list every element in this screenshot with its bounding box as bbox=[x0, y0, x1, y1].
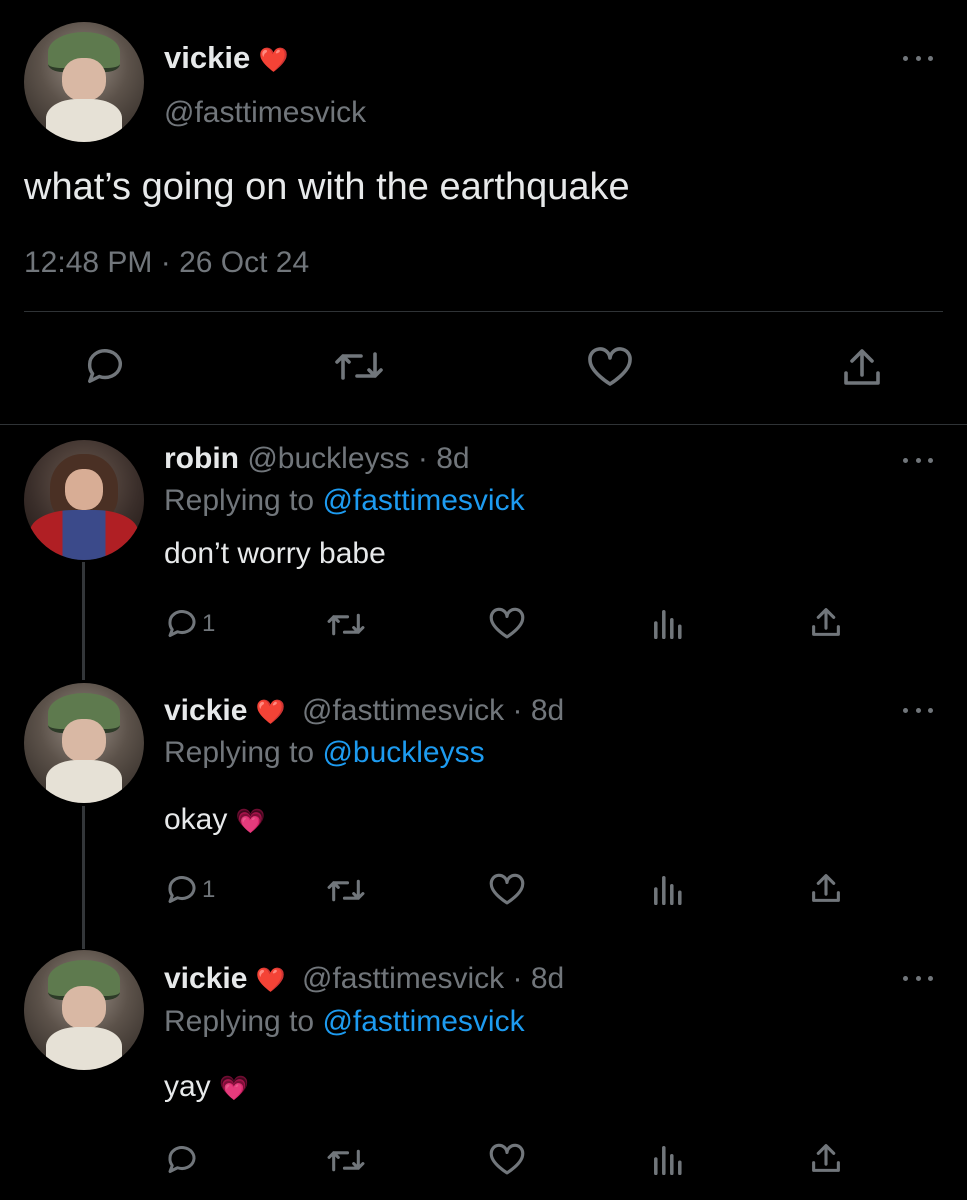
retweet-icon bbox=[327, 613, 365, 636]
views-icon bbox=[654, 876, 682, 905]
like-icon bbox=[489, 873, 525, 905]
tweet-text: what’s going on with the earthquake bbox=[24, 166, 630, 208]
heart-emoji: ❤️ bbox=[255, 967, 286, 994]
avatar[interactable] bbox=[24, 22, 144, 142]
display-name[interactable]: vickie ❤️ bbox=[164, 40, 289, 76]
reply-count: 1 bbox=[202, 609, 216, 637]
handle[interactable]: @fasttimesvick bbox=[164, 96, 366, 130]
views-icon bbox=[654, 610, 682, 639]
views-button[interactable] bbox=[651, 873, 683, 905]
mention-link[interactable]: @fasttimesvick bbox=[322, 1005, 524, 1038]
share-icon bbox=[812, 874, 840, 902]
share-button[interactable] bbox=[809, 605, 843, 639]
like-button[interactable] bbox=[488, 1143, 526, 1176]
share-button[interactable] bbox=[809, 1141, 843, 1175]
like-button[interactable] bbox=[586, 346, 634, 388]
share-icon bbox=[812, 1144, 840, 1172]
retweet-icon bbox=[327, 1149, 365, 1172]
views-button[interactable] bbox=[651, 1143, 683, 1175]
reply-icon bbox=[88, 349, 122, 383]
like-button[interactable] bbox=[488, 873, 526, 906]
reply-header: vickie ❤️ @fasttimesvick · 8d bbox=[164, 962, 564, 996]
handle[interactable]: @fasttimesvick bbox=[302, 962, 504, 995]
reply-count: 1 bbox=[202, 875, 216, 903]
section-divider bbox=[0, 424, 967, 425]
like-icon bbox=[489, 1143, 525, 1175]
reply-button[interactable]: 1 bbox=[164, 873, 215, 906]
retweet-button[interactable] bbox=[333, 346, 385, 386]
replying-to: Replying to @buckleyss bbox=[164, 736, 485, 769]
handle[interactable]: @fasttimesvick bbox=[302, 694, 504, 727]
retweet-button[interactable] bbox=[326, 875, 366, 906]
handle[interactable]: @buckleyss bbox=[247, 442, 409, 475]
reply-header: vickie ❤️ @fasttimesvick · 8d bbox=[164, 694, 564, 728]
views-icon bbox=[654, 1146, 682, 1175]
reply-text: yay 💗 bbox=[164, 1070, 249, 1103]
share-icon bbox=[844, 349, 880, 385]
divider bbox=[24, 311, 943, 312]
reply-icon bbox=[168, 1146, 196, 1173]
sparkling-heart-emoji: 💗 bbox=[235, 808, 266, 835]
retweet-button[interactable] bbox=[326, 1145, 366, 1176]
age: · 8d bbox=[512, 694, 565, 727]
reply-button[interactable] bbox=[82, 345, 128, 387]
age: · 8d bbox=[417, 442, 470, 475]
thread-line bbox=[82, 806, 85, 949]
thread-line bbox=[82, 562, 85, 680]
share-icon bbox=[812, 608, 840, 636]
avatar[interactable] bbox=[24, 440, 144, 560]
reply-header: robin @buckleyss · 8d bbox=[164, 442, 470, 476]
more-icon[interactable] bbox=[903, 53, 933, 63]
replying-to: Replying to @fasttimesvick bbox=[164, 1005, 525, 1038]
reply-button[interactable]: 1 bbox=[164, 607, 215, 640]
heart-emoji: ❤️ bbox=[258, 47, 289, 74]
more-icon[interactable] bbox=[903, 973, 933, 983]
mention-link[interactable]: @buckleyss bbox=[322, 736, 484, 769]
age: · 8d bbox=[512, 962, 565, 995]
like-icon bbox=[489, 607, 525, 639]
reply-text: okay 💗 bbox=[164, 803, 266, 836]
retweet-button[interactable] bbox=[326, 609, 366, 640]
like-button[interactable] bbox=[488, 607, 526, 640]
heart-emoji: ❤️ bbox=[255, 699, 286, 726]
reply-button[interactable] bbox=[164, 1143, 200, 1176]
display-name[interactable]: robin bbox=[164, 442, 239, 475]
sparkling-heart-emoji: 💗 bbox=[219, 1075, 249, 1102]
views-button[interactable] bbox=[651, 607, 683, 639]
timestamp[interactable]: 12:48 PM · 26 Oct 24 bbox=[24, 246, 309, 280]
replying-to: Replying to @fasttimesvick bbox=[164, 484, 525, 517]
more-icon[interactable] bbox=[903, 455, 933, 465]
reply-icon bbox=[168, 876, 196, 903]
retweet-icon bbox=[335, 352, 383, 380]
display-name[interactable]: vickie bbox=[164, 962, 247, 995]
display-name[interactable]: vickie bbox=[164, 694, 247, 727]
reply-text: don’t worry babe bbox=[164, 537, 386, 570]
mention-link[interactable]: @fasttimesvick bbox=[322, 484, 524, 517]
more-icon[interactable] bbox=[903, 705, 933, 715]
avatar[interactable] bbox=[24, 950, 144, 1070]
reply-icon bbox=[168, 610, 196, 637]
share-button[interactable] bbox=[809, 871, 843, 905]
like-icon bbox=[588, 347, 632, 386]
retweet-icon bbox=[327, 879, 365, 902]
share-button[interactable] bbox=[840, 345, 884, 389]
avatar[interactable] bbox=[24, 683, 144, 803]
